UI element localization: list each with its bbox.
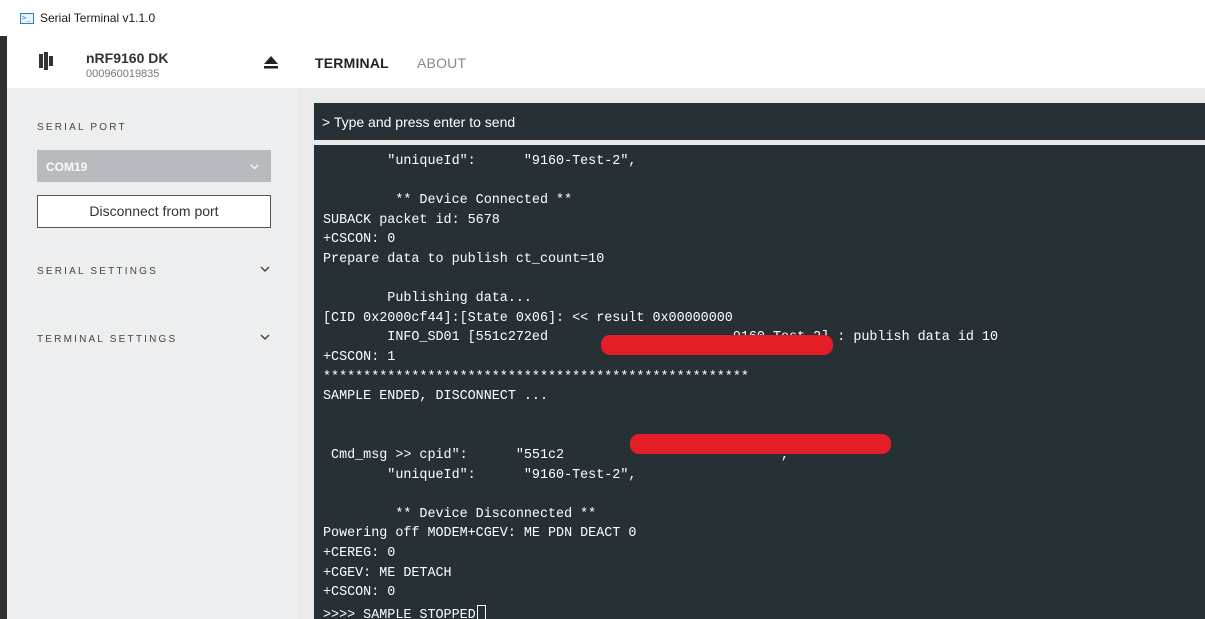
chevron-down-icon[interactable] [260,266,270,273]
terminal-line: "uniqueId": "9160-Test-2", [323,467,637,483]
app-header: nRF9160 DK 000960019835 TERMINAL ABOUT [7,36,1205,88]
terminal-line: >>>> SAMPLE STOPPED [323,604,486,619]
terminal-settings-header[interactable]: TERMINAL SETTINGS [37,334,177,345]
terminal-line: +CSCON: 0 [323,585,396,601]
terminal-line: SAMPLE ENDED, DISCONNECT ... [323,389,548,405]
terminal-line: "uniqueId": "9160-Test-2", [323,154,637,169]
terminal-output[interactable]: >>>> SAMPLE STOPPED +CSCON: 0 +CGEV: ME DE… [314,145,1205,619]
sidebar: SERIAL PORT COM19 Disconnect from port S… [7,88,297,619]
window-edge [0,36,7,619]
tab-terminal[interactable]: TERMINAL [315,55,389,71]
terminal-line: Prepare data to publish ct_count=10 [323,252,605,267]
redaction-mark [630,434,891,454]
app-terminal-icon: >_ [20,13,34,24]
chevron-down-icon[interactable] [260,334,270,341]
window-title: Serial Terminal v1.1.0 [40,11,156,25]
terminal-line: ** Device Disconnected ** [323,506,597,522]
device-name[interactable]: nRF9160 DK [86,50,168,66]
window-titlebar: >_ Serial Terminal v1.1.0 [0,0,1205,36]
device-serial: 000960019835 [86,68,160,80]
terminal-line: [CID 0x2000cf44]:[State 0x06]: << result… [323,310,733,326]
port-select[interactable]: COM19 [37,150,271,182]
terminal-line: SUBACK packet id: 5678 [323,212,500,228]
serial-settings-header[interactable]: SERIAL SETTINGS [37,266,158,277]
terminal-line: Publishing data... [323,291,532,307]
terminal-line: +CSCON: 1 [323,350,396,365]
terminal-line: ** Device Connected ** [323,193,573,209]
eject-icon[interactable] [263,55,279,69]
terminal-line: +CGEV: ME DETACH [323,565,452,581]
port-select-value: COM19 [46,160,88,174]
redaction-mark [601,335,833,355]
terminal-input-placeholder: > Type and press enter to send [322,114,516,130]
tab-about[interactable]: ABOUT [417,55,466,71]
chevron-down-icon [250,164,259,170]
terminal-cursor [476,604,486,619]
terminal-input[interactable]: > Type and press enter to send [314,103,1205,140]
terminal-line: +CSCON: 0 [323,232,396,248]
terminal-line: Powering off MODEM+CGEV: ME PDN DEACT 0 [323,526,637,542]
serial-port-label: SERIAL PORT [37,122,127,133]
nordic-logo-icon [39,52,53,70]
terminal-line: +CEREG: 0 [323,546,396,561]
disconnect-button[interactable]: Disconnect from port [37,195,271,228]
terminal-line: ****************************************… [323,369,749,385]
